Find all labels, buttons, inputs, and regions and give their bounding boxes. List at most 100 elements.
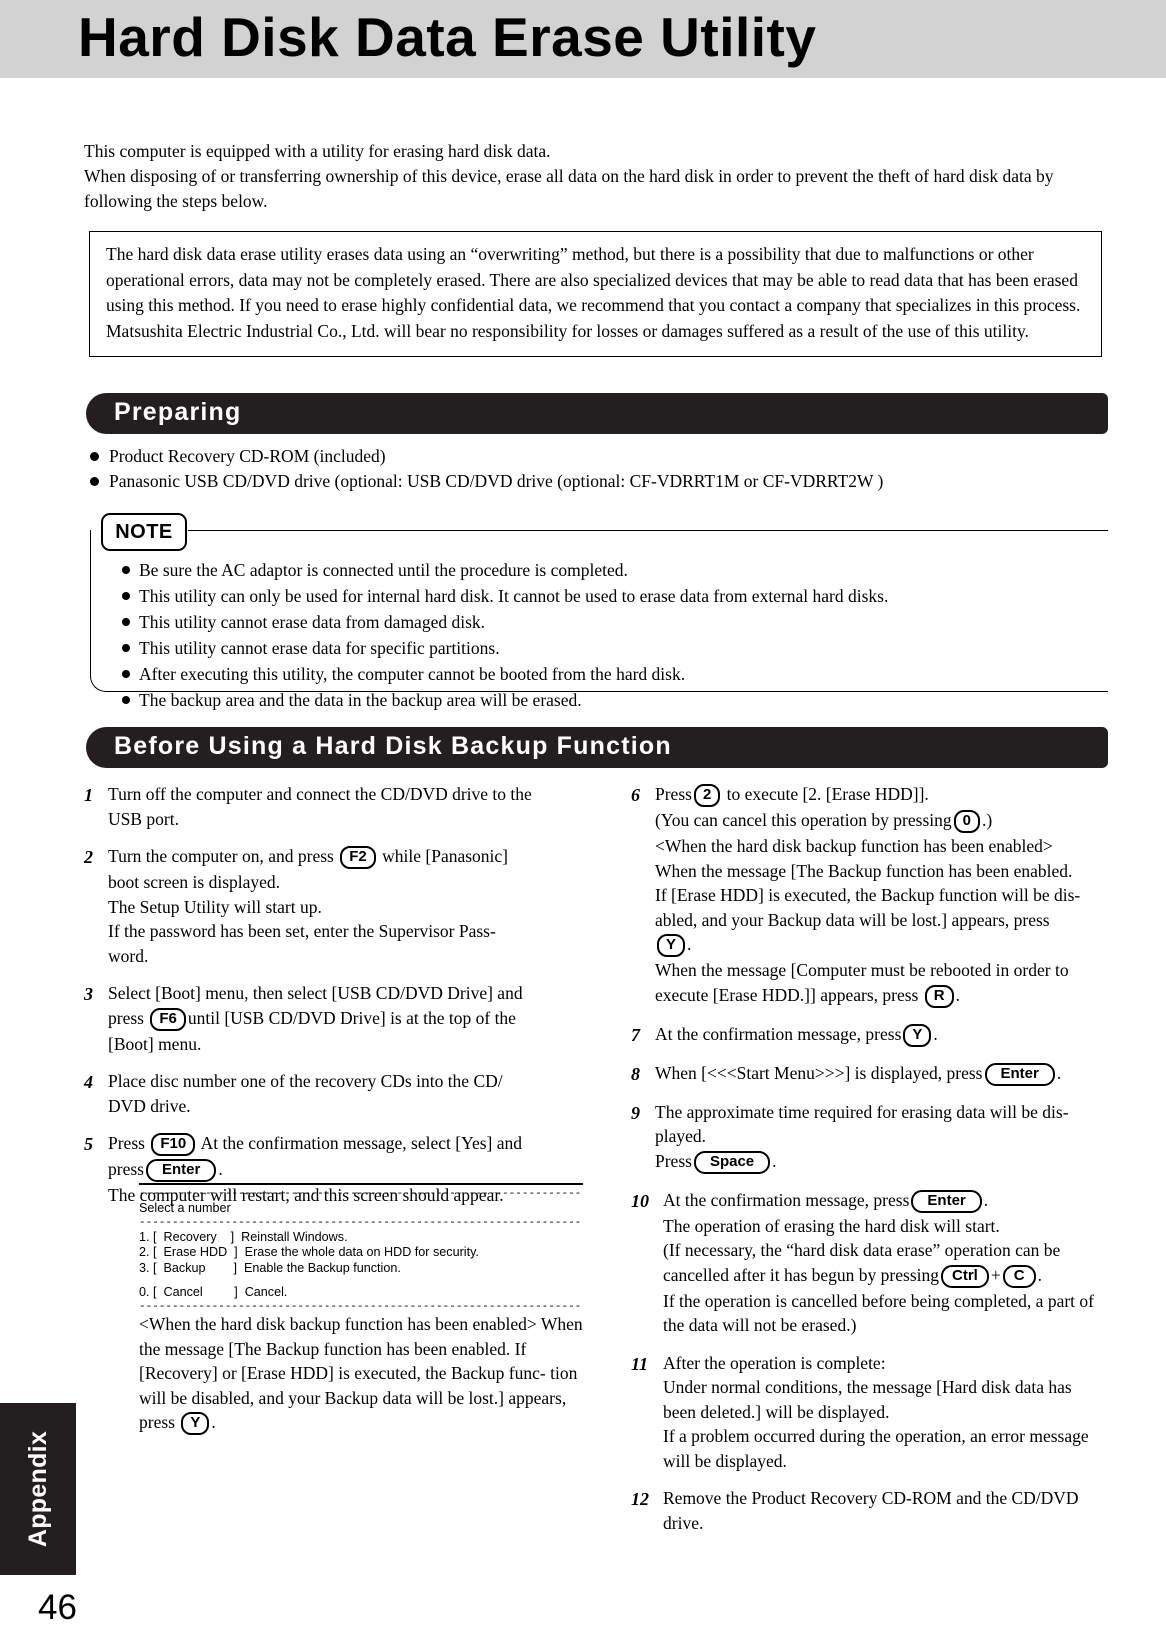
- step-number: 12: [631, 1489, 649, 1509]
- step-text: Press: [108, 1133, 145, 1153]
- note-item-label: Be sure the AC adaptor is connected unti…: [139, 560, 628, 580]
- step-line: word.: [108, 945, 149, 966]
- bullet-dot-icon: [90, 452, 99, 461]
- step-line: Turn off the computer and connect the CD…: [108, 784, 532, 804]
- step-number: 1: [84, 785, 93, 805]
- step-body: At the confirmation message, press Y.: [655, 1022, 1121, 1048]
- key-f2[interactable]: F2: [340, 846, 376, 869]
- note-item-label: This utility cannot erase data from dama…: [139, 612, 486, 632]
- key-space[interactable]: Space: [693, 1150, 771, 1174]
- step-line: (If necessary, the “hard disk data erase…: [663, 1240, 1061, 1260]
- step-line: [Boot] menu.: [108, 1033, 202, 1054]
- post-console-paragraph: <When the hard disk backup function has …: [139, 1312, 587, 1436]
- preparing-item-label: Product Recovery CD-ROM (included): [109, 446, 386, 466]
- step-line: If the operation is cancelled before bei…: [663, 1290, 1094, 1311]
- key-0[interactable]: 0: [953, 810, 980, 833]
- key-c[interactable]: C: [1002, 1264, 1036, 1288]
- note-item-label: This utility cannot erase data for speci…: [139, 638, 500, 658]
- step-line: The approximate time required for erasin…: [655, 1101, 1069, 1122]
- step-4: 4 Place disc number one of the recovery …: [84, 1069, 589, 1118]
- key-f6[interactable]: F6: [150, 1007, 186, 1031]
- step-number: 8: [631, 1063, 640, 1084]
- step-text: Press: [655, 784, 692, 804]
- key-y[interactable]: Y: [657, 934, 686, 957]
- list-item: Be sure the AC adaptor is connected unti…: [122, 558, 1102, 583]
- step-text: .: [955, 984, 960, 1005]
- step-line: press Enter.: [108, 1157, 589, 1183]
- step-number: 10: [631, 1190, 649, 1211]
- step-line: press F6 until [USB CD/DVD Drive] is at t…: [108, 1006, 589, 1032]
- step-line: <When the hard disk backup function has …: [655, 836, 1053, 856]
- step-line: Under normal conditions, the message [Ha…: [663, 1377, 1072, 1397]
- step-text: .: [1037, 1264, 1042, 1285]
- step-text: (You can cancel this operation by pressi…: [655, 810, 952, 830]
- step-text: .: [933, 1023, 938, 1044]
- key-enter[interactable]: Enter: [911, 1189, 982, 1213]
- preparing-item-label: Panasonic USB CD/DVD drive (optional: US…: [109, 471, 884, 491]
- step-line: Press Space.: [655, 1149, 1121, 1175]
- step-line: The operation of erasing the hard disk w…: [663, 1215, 1000, 1236]
- key-ctrl[interactable]: Ctrl: [941, 1264, 989, 1288]
- step-number: 5: [84, 1134, 93, 1154]
- step-text: cancelled after it has begun by pressing: [663, 1264, 940, 1285]
- step-number: 11: [631, 1353, 649, 1374]
- bullet-dot-icon: [122, 696, 130, 704]
- step-body: Turn the computer on, and press F2 while…: [108, 844, 589, 968]
- step-text: At the confirmation message, press: [663, 1189, 910, 1210]
- key-f10[interactable]: F10: [151, 1133, 196, 1156]
- section-banner-preparing-label: Preparing: [114, 398, 242, 426]
- step-line: drive.: [663, 1512, 704, 1533]
- plus-sign: +: [990, 1264, 1001, 1285]
- step-line: Press 2 to execute [2. [Erase HDD]].: [655, 782, 1121, 808]
- section-banner-before-using: Before Using a Hard Disk Backup Function: [86, 727, 1108, 768]
- step-number: 9: [631, 1102, 640, 1123]
- step-body: Press 2 to execute [2. [Erase HDD]]. (You…: [655, 782, 1121, 1009]
- bullet-dot-icon: [122, 592, 130, 600]
- note-tag: NOTE: [101, 513, 187, 551]
- step-line: When the message [Computer must be reboo…: [655, 960, 1069, 980]
- step-body: The approximate time required for erasin…: [655, 1100, 1121, 1175]
- step-line: After the operation is complete:: [663, 1352, 886, 1373]
- list-item: After executing this utility, the comput…: [122, 662, 1102, 687]
- step-body: When [<<<Start Menu>>>] is displayed, pr…: [655, 1061, 1121, 1087]
- step-line: played.: [655, 1126, 707, 1146]
- step-9: 9 The approximate time required for eras…: [631, 1100, 1121, 1175]
- key-enter[interactable]: Enter: [145, 1159, 217, 1182]
- step-line: When [<<<Start Menu>>>] is displayed, pr…: [655, 1061, 1121, 1087]
- step-text: .: [772, 1150, 777, 1171]
- key-enter[interactable]: Enter: [984, 1062, 1055, 1086]
- step-body: Select [Boot] menu, then select [USB CD/…: [108, 981, 589, 1056]
- key-2[interactable]: 2: [693, 784, 721, 807]
- step-line: abled, and your Backup data will be lost…: [655, 909, 1050, 930]
- step-text: .: [218, 1159, 223, 1179]
- step-text: At the confirmation message, select [Yes…: [200, 1133, 523, 1153]
- console-prompt: Select a number: [139, 1201, 231, 1215]
- step-line: (You can cancel this operation by pressi…: [655, 808, 1121, 834]
- page-title: Hard Disk Data Erase Utility: [78, 6, 817, 68]
- key-y[interactable]: Y: [181, 1412, 210, 1435]
- step-text: until [USB CD/DVD Drive] is at the top o…: [187, 1007, 516, 1028]
- appendix-side-tab-label: Appendix: [23, 1430, 52, 1548]
- step-line: cancelled after it has begun by pressing…: [663, 1263, 1121, 1289]
- step-text: Turn the computer on, and press: [108, 846, 334, 866]
- page-number: 46: [38, 1588, 77, 1627]
- step-line: At the confirmation message, press Enter.: [663, 1188, 1121, 1214]
- step-text: .: [983, 1189, 989, 1210]
- caution-box: The hard disk data erase utility erases …: [89, 231, 1102, 357]
- note-box-topline: [188, 530, 1108, 531]
- step-text: .): [981, 810, 993, 830]
- step-3: 3 Select [Boot] menu, then select [USB C…: [84, 981, 589, 1056]
- step-line: the data will not be erased.): [663, 1315, 857, 1335]
- step-body: Place disc number one of the recovery CD…: [108, 1069, 589, 1118]
- step-line: Place disc number one of the recovery CD…: [108, 1071, 503, 1091]
- key-y[interactable]: Y: [903, 1023, 932, 1047]
- step-line: been deleted.] will be displayed.: [663, 1401, 890, 1422]
- step-number: 4: [84, 1072, 93, 1092]
- key-r[interactable]: R: [924, 984, 954, 1008]
- step-line: If the password has been set, enter the …: [108, 921, 496, 941]
- bullet-dot-icon: [122, 670, 130, 678]
- list-item: Product Recovery CD-ROM (included): [90, 444, 1110, 468]
- console-menu-row: 1. [ Recovery ] Reinstall Windows.: [139, 1229, 348, 1244]
- step-body: At the confirmation message, press Enter.…: [663, 1188, 1121, 1338]
- step-line: Turn the computer on, and press F2 while…: [108, 844, 589, 870]
